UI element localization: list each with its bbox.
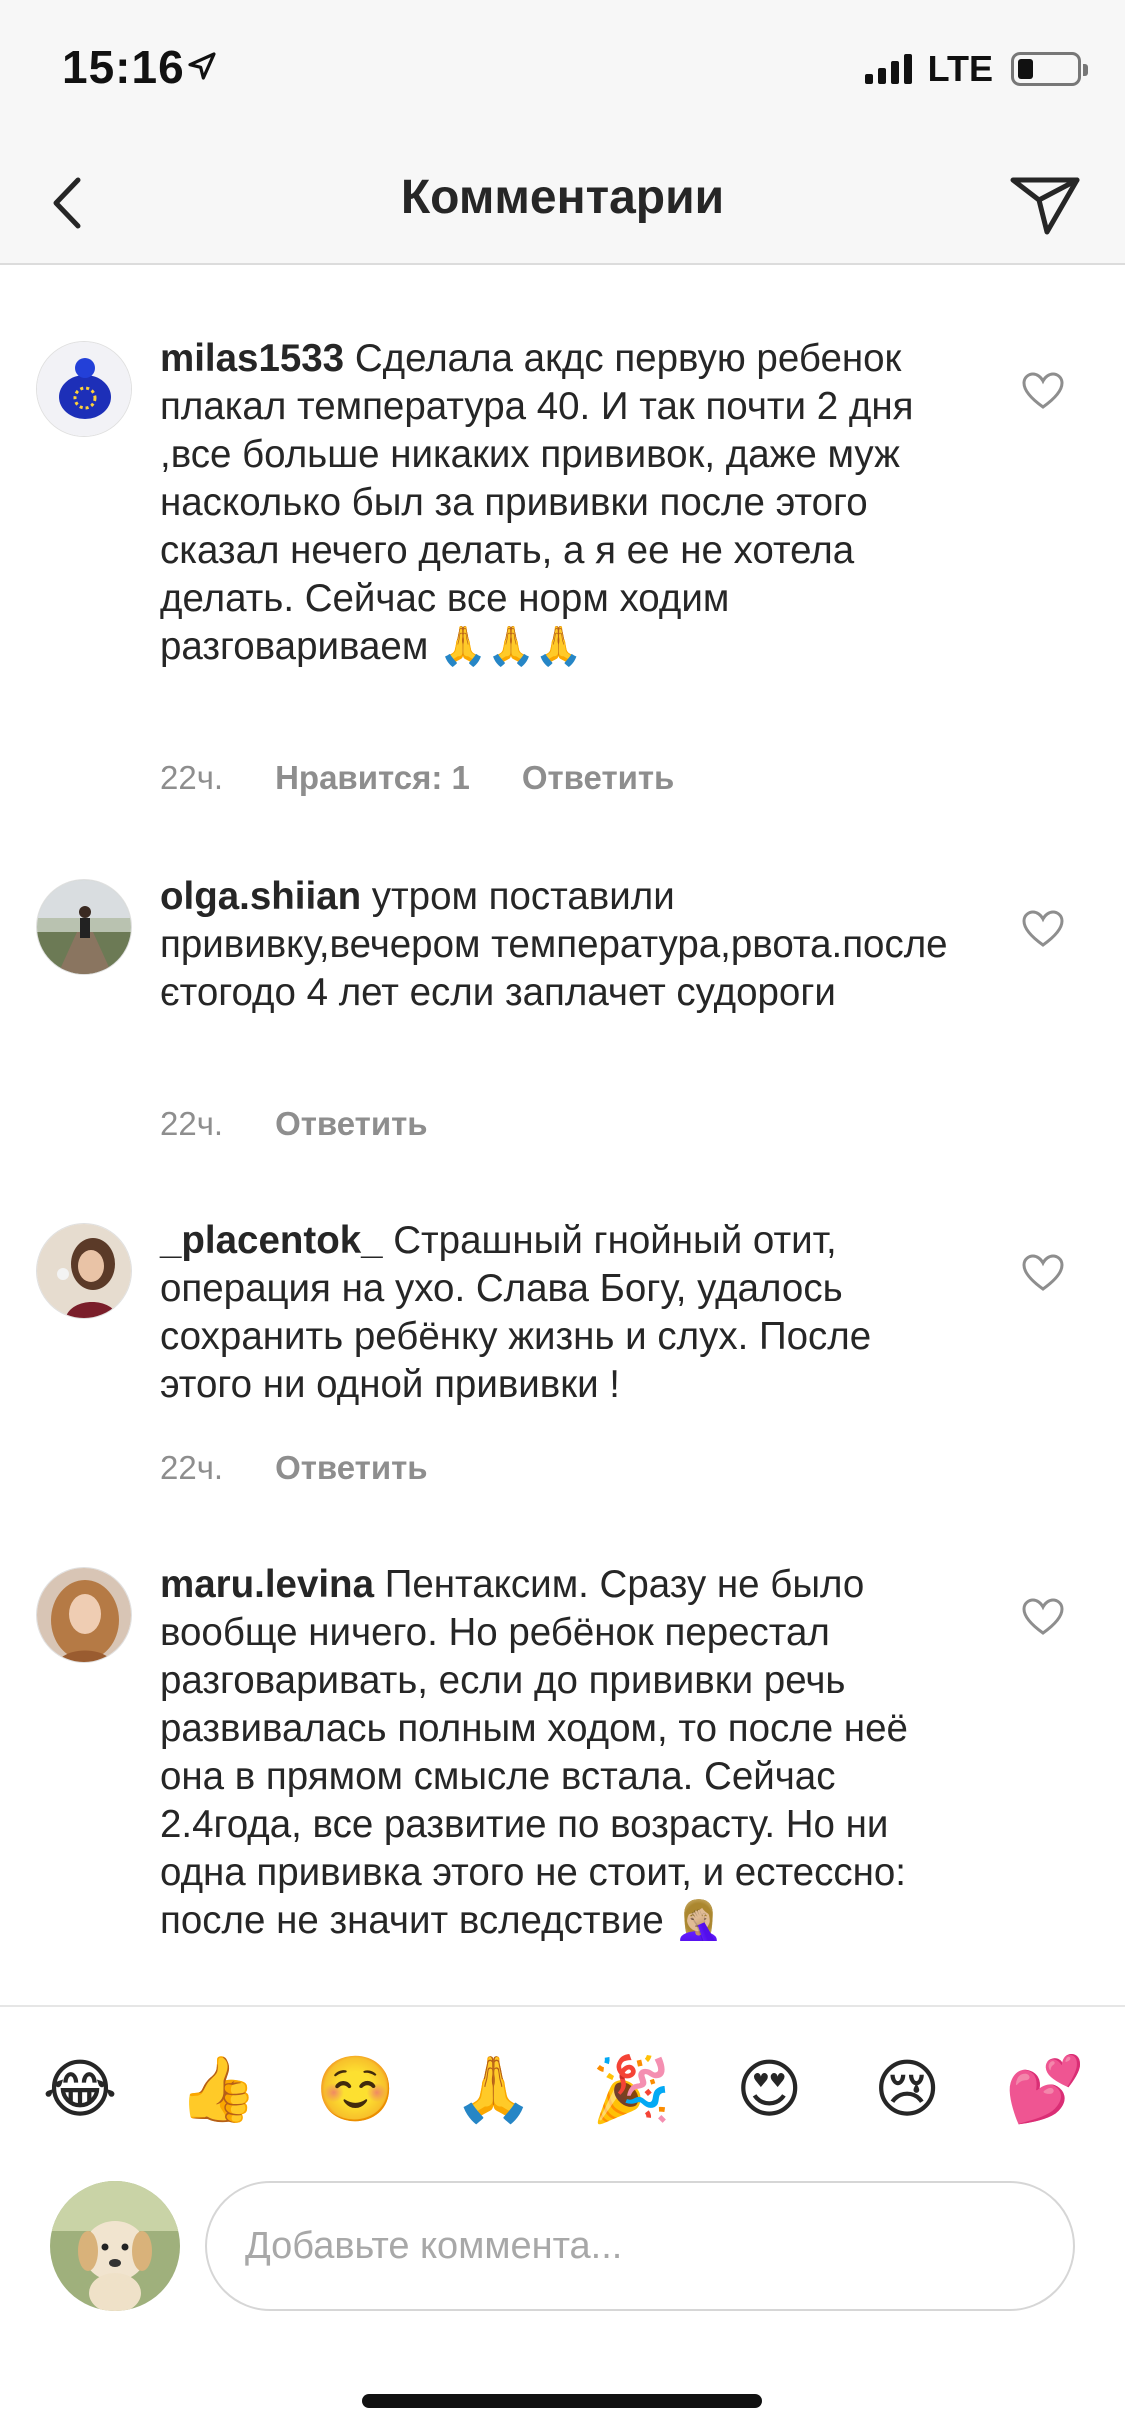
location-arrow-icon: [188, 52, 216, 80]
emoji-button[interactable]: 😍: [729, 2049, 809, 2129]
cellular-signal-icon: [864, 54, 912, 84]
battery-icon: [1011, 52, 1088, 86]
user-avatar: [50, 2181, 180, 2311]
emoji-button[interactable]: 🙏: [454, 2049, 534, 2129]
comment-time: 22ч.: [160, 759, 224, 796]
comment-time: 22ч.: [160, 1449, 224, 1486]
comment-body: Сделала акдс первую ребенок плакал темпе…: [160, 337, 914, 668]
heart-icon[interactable]: [1021, 371, 1065, 411]
comment-meta: 22ч. Ответить: [160, 1449, 428, 1487]
avatar[interactable]: [36, 1223, 132, 1319]
avatar[interactable]: [36, 341, 132, 437]
comment-meta: 22ч. Ответить: [160, 1105, 428, 1143]
heart-icon[interactable]: [1021, 1253, 1065, 1293]
comment-composer: [0, 2165, 1125, 2325]
status-indicators: LTE: [864, 48, 1088, 90]
heart-icon[interactable]: [1021, 909, 1065, 949]
comment-username[interactable]: maru.levina: [160, 1563, 374, 1606]
emoji-button[interactable]: 😢: [867, 2049, 947, 2129]
status-bar: 15:16 LTE: [0, 0, 1125, 140]
comment-text: olga.shiian утром поставили прививку,веч…: [160, 873, 960, 1017]
emoji-button[interactable]: 💕: [1005, 2049, 1085, 2129]
comment-username[interactable]: olga.shiian: [160, 875, 361, 918]
emoji-quick-bar: 😂 👍 ☺️ 🙏 🎉 😍 😢 💕: [0, 2005, 1125, 2165]
emoji-button[interactable]: 🎉: [591, 2049, 672, 2129]
comment-time: 22ч.: [160, 1105, 224, 1142]
comment-text: milas1533 Сделала акдс первую ребенок пл…: [160, 335, 960, 671]
reply-button[interactable]: Ответить: [522, 759, 675, 797]
likes-count[interactable]: Нравится: 1: [275, 759, 470, 797]
emoji-button[interactable]: 👍: [178, 2049, 258, 2129]
comment-text: _placentok_ Страшный гнойный отит, опера…: [160, 1217, 960, 1409]
paper-plane-icon[interactable]: [1005, 160, 1085, 240]
comment-body: Пентаксим. Сразу не было вообще ничего. …: [160, 1563, 908, 1942]
comment-text: maru.levina Пентаксим. Сразу не было воо…: [160, 1561, 960, 1945]
comment-username[interactable]: milas1533: [160, 337, 344, 380]
emoji-button[interactable]: ☺️: [316, 2049, 396, 2129]
reply-button[interactable]: Ответить: [275, 1105, 428, 1143]
emoji-button[interactable]: 😂: [40, 2049, 120, 2129]
battery-level: [1018, 59, 1033, 79]
reply-button[interactable]: Ответить: [275, 1449, 428, 1487]
network-type: LTE: [927, 48, 993, 89]
heart-icon[interactable]: [1021, 1597, 1065, 1637]
status-time: 15:16: [62, 41, 185, 93]
home-indicator[interactable]: [362, 2394, 762, 2408]
page-title: Комментарии: [400, 171, 725, 224]
comments-list: milas1533 Сделала акдс первую ребенок пл…: [0, 267, 1125, 2005]
avatar[interactable]: [36, 1567, 132, 1663]
header: Комментарии: [0, 140, 1125, 265]
comment-input[interactable]: [205, 2181, 1075, 2311]
comment-meta: 22ч. Нравится: 1 Ответить: [160, 759, 674, 797]
avatar[interactable]: [36, 879, 132, 975]
comment-username[interactable]: _placentok_: [160, 1219, 383, 1262]
